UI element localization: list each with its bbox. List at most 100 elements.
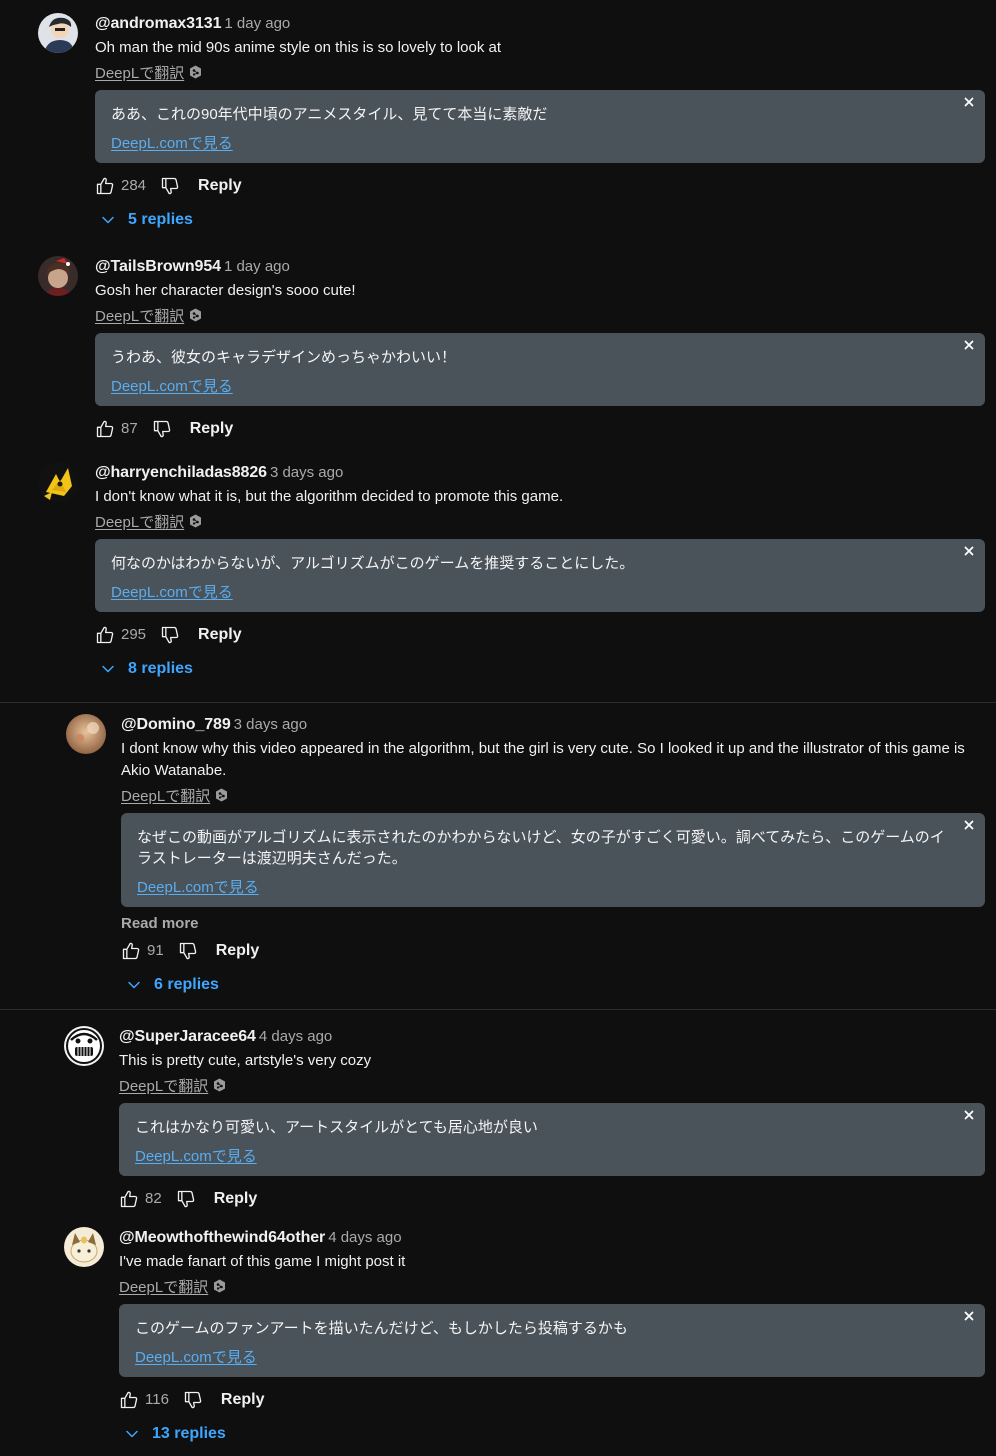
view-on-deepl-link[interactable]: DeepL.comで見る (135, 1348, 257, 1367)
comment-actions: 91 Reply (121, 936, 985, 966)
like-button[interactable]: 295 (95, 625, 146, 645)
comment-body: @harryenchiladas8826 3 days ago I don't k… (95, 462, 985, 684)
comment-header: @harryenchiladas8826 3 days ago (95, 462, 985, 484)
thumbs-up-icon (96, 420, 114, 437)
comment-time[interactable]: 1 day ago (224, 258, 290, 275)
like-button[interactable]: 284 (95, 176, 146, 196)
comment-text: Oh man the mid 90s anime style on this i… (95, 39, 502, 56)
comment-header: @Domino_789 3 days ago (121, 714, 985, 736)
dislike-button[interactable] (160, 176, 180, 196)
comment-actions: 87 Reply (95, 414, 985, 444)
close-icon[interactable] (961, 1308, 977, 1324)
deepl-logo-icon (190, 65, 202, 79)
translation-box: うわあ、彼女のキャラデザインめっちゃかわいい！ DeepL.comで見る (95, 332, 985, 406)
avatar[interactable] (64, 1026, 104, 1066)
replies-count: 13 replies (152, 1424, 226, 1442)
comment-time[interactable]: 4 days ago (259, 1028, 332, 1045)
view-on-deepl-link[interactable]: DeepL.comで見る (137, 878, 259, 897)
comment-author[interactable]: @andromax3131 (95, 15, 221, 32)
comment-author[interactable]: @Meowthofthewind64other (119, 1229, 325, 1246)
thumbs-up-icon (120, 1190, 138, 1207)
dislike-button[interactable] (176, 1189, 196, 1209)
read-more-link[interactable]: Read more (121, 915, 985, 932)
like-count: 87 (121, 420, 138, 437)
avatar[interactable] (38, 256, 78, 296)
thumbs-down-icon (184, 1391, 202, 1408)
close-icon[interactable] (961, 817, 977, 833)
deepl-translate-link[interactable]: DeepLで翻訳 (119, 1276, 226, 1296)
comment-time[interactable]: 3 days ago (234, 716, 307, 733)
like-button[interactable]: 82 (119, 1189, 162, 1209)
reply-button[interactable]: Reply (216, 942, 260, 960)
comment-author[interactable]: @SuperJaracee64 (119, 1028, 256, 1045)
reply-button[interactable]: Reply (214, 1190, 258, 1208)
deepl-translate-link[interactable]: DeepLで翻訳 (95, 62, 202, 82)
comment-text: I dont know why this video appeared in t… (121, 740, 965, 779)
comment-time[interactable]: 1 day ago (224, 15, 290, 32)
avatar[interactable] (66, 714, 106, 754)
deepl-translate-link[interactable]: DeepLで翻訳 (121, 785, 228, 805)
view-on-deepl-link[interactable]: DeepL.comで見る (111, 583, 233, 602)
thumbs-up-icon (96, 177, 114, 194)
comment-body: @Meowthofthewind64other 4 days ago I've m… (119, 1227, 985, 1449)
like-button[interactable]: 91 (121, 941, 164, 961)
dislike-button[interactable] (183, 1390, 203, 1410)
reply-button[interactable]: Reply (198, 626, 242, 644)
deepl-translate-label: DeepLで翻訳 (95, 513, 185, 531)
deepl-logo-icon (190, 514, 202, 528)
deepl-logo-icon (190, 308, 202, 322)
avatar[interactable] (64, 1227, 104, 1267)
comment-header: @Meowthofthewind64other 4 days ago (119, 1227, 985, 1249)
comment-header: @andromax3131 1 day ago (95, 13, 985, 35)
view-replies-button[interactable]: 5 replies (95, 206, 193, 234)
view-replies-button[interactable]: 6 replies (121, 971, 219, 999)
thumbs-down-icon (153, 420, 170, 437)
translation-text: このゲームのファンアートを描いたんだけど、もしかしたら投稿するかも (135, 1319, 628, 1337)
comment-body: @TailsBrown954 1 day ago Gosh her charact… (95, 256, 985, 444)
close-icon[interactable] (961, 94, 977, 110)
thumbs-up-icon (120, 1391, 138, 1408)
comment-author[interactable]: @harryenchiladas8826 (95, 464, 267, 481)
reply-button[interactable]: Reply (198, 177, 242, 195)
thumbs-up-icon (122, 942, 140, 959)
comment-author[interactable]: @Domino_789 (121, 716, 231, 733)
comment-header: @SuperJaracee64 4 days ago (119, 1026, 985, 1048)
close-icon[interactable] (961, 543, 977, 559)
reply-button[interactable]: Reply (221, 1391, 265, 1409)
like-button[interactable]: 87 (95, 419, 138, 439)
translation-box: これはかなり可愛い、アートスタイルがとても居心地が良い DeepL.comで見る (119, 1102, 985, 1176)
chevron-down-icon (128, 981, 140, 988)
like-count: 295 (121, 626, 147, 643)
like-button[interactable]: 116 (119, 1390, 169, 1410)
reply-button[interactable]: Reply (190, 420, 234, 438)
dislike-button[interactable] (152, 419, 172, 439)
close-icon[interactable] (961, 337, 977, 353)
section-divider (0, 1009, 996, 1010)
thumbs-down-icon (177, 1190, 194, 1207)
comment-body: @andromax3131 1 day ago Oh man the mid 90… (95, 13, 985, 235)
deepl-translate-link[interactable]: DeepLで翻訳 (95, 511, 202, 531)
view-on-deepl-link[interactable]: DeepL.comで見る (135, 1147, 257, 1166)
view-replies-button[interactable]: 8 replies (95, 655, 193, 683)
avatar-icon (64, 1227, 104, 1267)
view-replies-button[interactable]: 13 replies (119, 1420, 226, 1448)
deepl-translate-link[interactable]: DeepLで翻訳 (119, 1075, 226, 1095)
view-on-deepl-link[interactable]: DeepL.comで見る (111, 377, 233, 396)
comment-actions: 82 Reply (119, 1184, 985, 1214)
chevron-down-icon (126, 1430, 138, 1437)
thumbs-down-icon (161, 177, 179, 194)
close-icon[interactable] (961, 1107, 977, 1123)
comment-time[interactable]: 4 days ago (328, 1229, 401, 1246)
translation-box: 何なのかはわからないが、アルゴリズムがこのゲームを推奨することにした。 Deep… (95, 538, 985, 612)
avatar[interactable] (38, 462, 78, 502)
comment-body: @Domino_789 3 days ago I dont know why th… (121, 714, 985, 1000)
view-on-deepl-link[interactable]: DeepL.comで見る (111, 134, 233, 153)
deepl-translate-link[interactable]: DeepLで翻訳 (95, 305, 202, 325)
avatar[interactable] (38, 13, 78, 53)
comment-author[interactable]: @TailsBrown954 (95, 258, 221, 275)
deepl-logo-icon (214, 1078, 226, 1092)
dislike-button[interactable] (178, 941, 198, 961)
translation-box: このゲームのファンアートを描いたんだけど、もしかしたら投稿するかも DeepL.… (119, 1303, 985, 1377)
comment-time[interactable]: 3 days ago (270, 464, 343, 481)
dislike-button[interactable] (160, 625, 180, 645)
